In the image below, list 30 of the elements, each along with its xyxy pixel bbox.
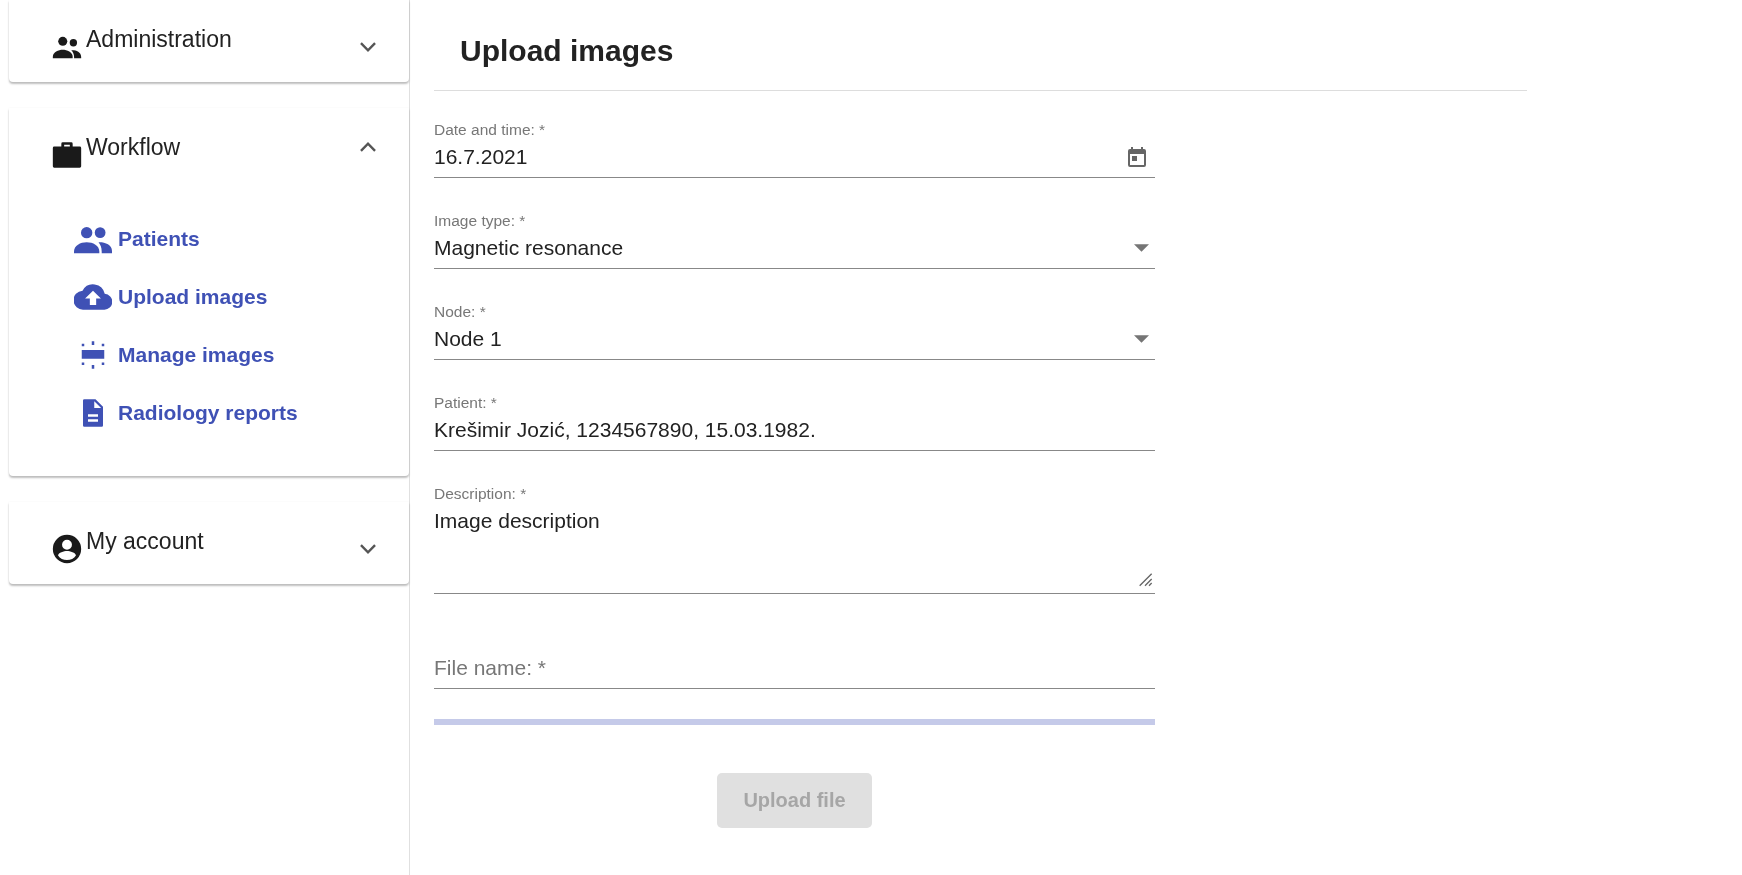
nav-link[interactable]: Patients — [74, 224, 409, 254]
field-placeholder: File name: * — [434, 656, 547, 680]
people-icon — [74, 224, 112, 254]
caret-icon — [1134, 244, 1149, 252]
section-header[interactable]: Workflow — [9, 108, 409, 190]
page-title: Upload images — [434, 0, 1527, 91]
file-name-field[interactable]: File name: * — [434, 650, 1155, 689]
section-title: Workflow — [86, 134, 181, 161]
field-label: Description: * — [434, 485, 528, 503]
field-label: Patient: * — [434, 394, 498, 412]
nav-link[interactable]: Manage images — [74, 340, 409, 370]
caret-icon — [1134, 335, 1149, 343]
cloud-upload-icon — [74, 282, 112, 312]
dropdown[interactable]: Node 1 — [434, 321, 1155, 360]
date-field[interactable]: 16.7.2021 — [434, 139, 1155, 178]
nav-link[interactable]: Upload images — [74, 282, 409, 312]
text-area[interactable]: Image description — [434, 503, 1155, 594]
section-title: My account — [86, 528, 204, 555]
dropdown[interactable]: Magnetic resonance — [434, 230, 1155, 269]
section-header[interactable]: Administration — [9, 0, 409, 82]
account-icon — [50, 532, 84, 566]
field-label: Image type: * — [434, 212, 527, 230]
field-label: Node: * — [434, 303, 487, 321]
section-title: Administration — [86, 26, 232, 53]
section-header[interactable]: My account — [9, 502, 409, 584]
nav-link[interactable]: Radiology reports — [74, 398, 409, 428]
resize-handle-icon[interactable] — [1137, 571, 1153, 587]
field-label: Date and time: * — [434, 121, 547, 139]
input-field[interactable]: Krešimir Jozić, 1234567890, 15.03.1982. — [434, 412, 1155, 451]
calendar-icon — [1125, 145, 1149, 169]
